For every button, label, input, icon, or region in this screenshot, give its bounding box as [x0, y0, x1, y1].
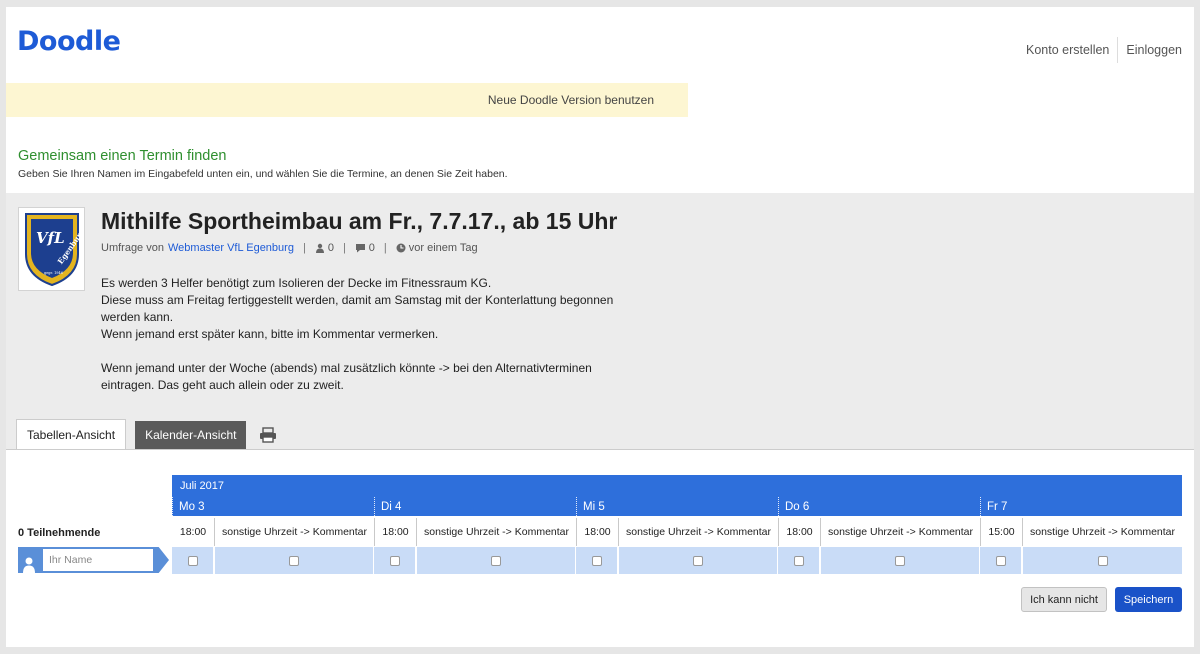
option-cell — [172, 547, 213, 574]
poll-description: Es werden 3 Helfer benötigt zum Isoliere… — [101, 275, 646, 411]
intro-subtitle: Geben Sie Ihren Namen im Eingabefeld unt… — [18, 168, 508, 180]
clock-icon — [396, 243, 406, 253]
option-cell — [576, 547, 617, 574]
create-account-link[interactable]: Konto erstellen — [1026, 43, 1109, 57]
user-icon — [315, 243, 325, 253]
comment-icon — [355, 243, 366, 253]
view-tabs: Tabellen-Ansicht Kalender-Ansicht — [16, 419, 277, 449]
time-cell: 18:00 — [778, 518, 820, 546]
day-header: Mi 5 — [576, 497, 778, 516]
option-cell — [374, 547, 415, 574]
time-cell: sonstige Uhrzeit -> Kommentar — [1022, 518, 1182, 546]
club-crest-icon: VfL Egenburg gegr. 1946 — [24, 213, 82, 287]
avatar — [18, 547, 40, 573]
option-cell — [417, 547, 575, 574]
poll-description-line: Diese muss am Freitag fertiggestellt wer… — [101, 293, 614, 324]
account-links: Konto erstellen Einloggen — [1026, 37, 1182, 63]
day-header: Di 4 — [374, 497, 576, 516]
link-divider — [1117, 37, 1119, 63]
option-checkbox[interactable] — [693, 555, 703, 566]
poll-info-box: VfL Egenburg gegr. 1946 Mithilfe Sporthe… — [6, 193, 1194, 449]
day-header: Do 6 — [778, 497, 980, 516]
participants-count: 0 — [327, 242, 334, 254]
poll-description-line: Wenn jemand unter der Woche (abends) mal… — [101, 361, 592, 392]
time-cell: sonstige Uhrzeit -> Kommentar — [416, 518, 576, 546]
tab-table-view[interactable]: Tabellen-Ansicht — [16, 419, 127, 449]
club-logo: VfL Egenburg gegr. 1946 — [18, 207, 85, 291]
print-button[interactable] — [259, 421, 277, 449]
month-label: Juli 2017 — [180, 480, 225, 492]
option-checkbox[interactable] — [389, 555, 400, 566]
poll-meta: Umfrage von Webmaster VfL Egenburg | 0 |… — [101, 242, 478, 254]
new-version-link[interactable]: Neue Doodle Version benutzen — [488, 93, 654, 107]
poll-description-line: Wenn jemand erst später kann, bitte im K… — [101, 327, 439, 341]
day-header: Fr 7 — [980, 497, 1182, 516]
date-header: Juli 2017 Mo 3 Di 4 Mi 5 Do 6 Fr 7 — [172, 475, 1182, 516]
page-frame: Doodle Konto erstellen Einloggen Neue Do… — [6, 7, 1194, 647]
name-field-wrapper — [40, 547, 169, 573]
time-cell: 18:00 — [374, 518, 416, 546]
section-divider — [6, 449, 1194, 450]
option-cell — [821, 547, 979, 574]
option-checkbox[interactable] — [1097, 555, 1108, 566]
poll-author-link[interactable]: Webmaster VfL Egenburg — [168, 242, 294, 254]
svg-text:VfL: VfL — [36, 229, 65, 247]
option-checkbox[interactable] — [591, 555, 602, 566]
time-row: 18:00 sonstige Uhrzeit -> Kommentar 18:0… — [172, 518, 1182, 546]
option-cell — [980, 547, 1021, 574]
doodle-logo[interactable]: Doodle — [17, 26, 121, 57]
option-checkbox[interactable] — [491, 555, 501, 566]
save-button[interactable]: Speichern — [1115, 587, 1182, 612]
option-checkbox[interactable] — [995, 555, 1006, 566]
option-checkbox[interactable] — [187, 555, 198, 566]
option-checkbox[interactable] — [289, 555, 299, 566]
user-avatar-icon — [23, 557, 35, 573]
new-version-banner: Neue Doodle Version benutzen — [6, 83, 688, 117]
time-cell: 15:00 — [980, 518, 1022, 546]
poll-title: Mithilfe Sportheimbau am Fr., 7.7.17., a… — [101, 208, 618, 234]
poll-description-line: Es werden 3 Helfer benötigt zum Isoliere… — [101, 276, 492, 290]
poll-by-label: Umfrage von — [101, 242, 164, 254]
cannot-attend-button[interactable]: Ich kann nicht — [1021, 587, 1107, 612]
time-cell: 18:00 — [576, 518, 618, 546]
time-cell: sonstige Uhrzeit -> Kommentar — [214, 518, 374, 546]
option-cell — [619, 547, 777, 574]
tab-calendar-view[interactable]: Kalender-Ansicht — [135, 421, 247, 449]
time-cell: sonstige Uhrzeit -> Kommentar — [618, 518, 778, 546]
login-link[interactable]: Einloggen — [1126, 43, 1182, 57]
participant-input-row — [6, 547, 1194, 574]
poll-created: vor einem Tag — [408, 242, 478, 254]
comments-count: 0 — [368, 242, 375, 254]
intro-title: Gemeinsam einen Termin finden — [18, 148, 227, 164]
printer-icon — [260, 427, 277, 443]
name-input[interactable] — [43, 549, 153, 571]
day-header: Mo 3 — [172, 497, 374, 516]
option-checkbox[interactable] — [895, 555, 905, 566]
option-cell — [215, 547, 373, 574]
option-cell — [1023, 547, 1182, 574]
time-cell: 18:00 — [179, 526, 207, 538]
option-checkbox[interactable] — [793, 555, 804, 566]
svg-text:gegr. 1946: gegr. 1946 — [44, 271, 63, 275]
option-cell — [778, 547, 819, 574]
time-cell: sonstige Uhrzeit -> Kommentar — [820, 518, 980, 546]
participants-label: 0 Teilnehmende — [18, 527, 101, 539]
